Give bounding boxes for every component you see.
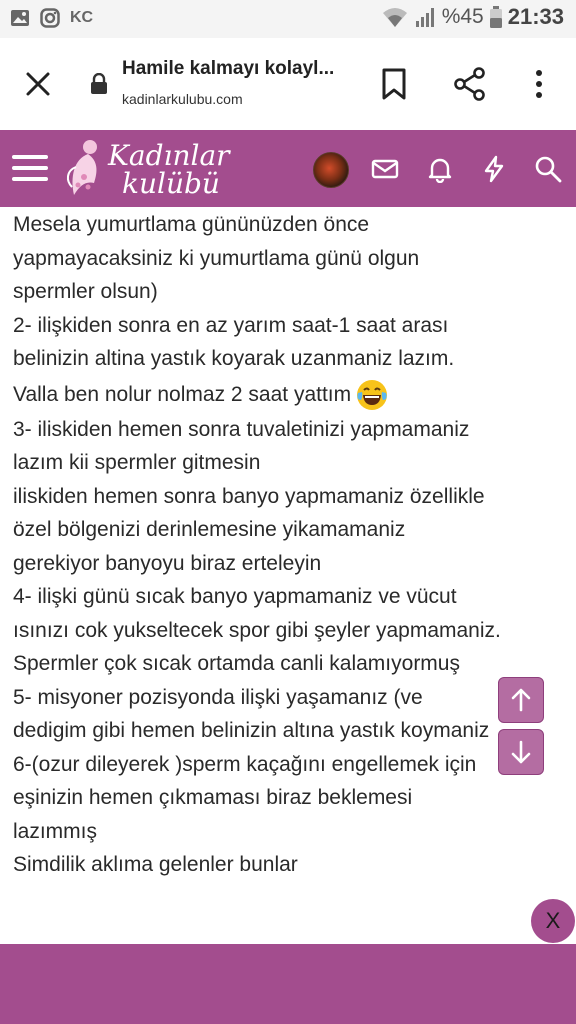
post-body: Mesela yumurtlama gününüzden önce yapmay…	[13, 208, 573, 882]
status-right: %45 21:33	[382, 4, 564, 30]
post-line: 2- ilişkiden sonra en az yarım saat-1 sa…	[13, 313, 449, 337]
logo-figure-icon	[66, 140, 97, 195]
bookmark-icon[interactable]	[380, 66, 408, 102]
logo-line1: Kadınlar	[108, 139, 230, 172]
scroll-up-button[interactable]	[498, 677, 544, 723]
instagram-icon	[40, 8, 60, 28]
post-line-text: Valla ben nolur nolmaz 2 saat yattım	[13, 382, 352, 406]
search-icon[interactable]	[534, 155, 562, 183]
close-ad-button[interactable]: X	[531, 899, 575, 943]
status-bar: KC %45 21:33	[0, 0, 576, 38]
browser-toolbar: Hamile kalmayı kolayl... kadinlarkulubu.…	[0, 38, 576, 131]
laughing-tears-emoji	[357, 379, 388, 410]
bell-icon[interactable]	[426, 155, 454, 183]
post-line: lazımmış	[13, 819, 97, 843]
post-line: Simdilik aklıma gelenler bunlar	[13, 853, 298, 876]
avatar[interactable]	[313, 152, 349, 188]
post-line: 6-(ozur dileyerek )sperm kaçağını engell…	[13, 752, 477, 776]
post-line: 3- iliskiden hemen sonra tuvaletinizi ya…	[13, 417, 470, 441]
status-left: KC	[10, 8, 93, 28]
post-line: lazım kii spermler gitmesin	[13, 451, 261, 474]
bottom-ad-banner[interactable]	[0, 944, 576, 1024]
share-icon[interactable]	[452, 66, 488, 102]
gallery-icon	[11, 10, 29, 26]
site-header: Kadınlar kulübü	[0, 130, 576, 207]
post-line: belinizin altina yastık koyarak uzanmani…	[13, 347, 455, 370]
post-line: Spermler çok sıcak ortamda canli kalamıy…	[13, 652, 460, 675]
wifi-icon	[382, 8, 407, 27]
carrier-label: KC	[70, 9, 94, 26]
lightning-icon[interactable]	[480, 155, 508, 183]
clock: 21:33	[507, 4, 564, 29]
arrow-down-icon	[511, 740, 531, 764]
more-vert-icon[interactable]	[530, 66, 548, 102]
post-line: dedigim gibi hemen belinizin altına yast…	[13, 719, 490, 742]
post-line: 5- misyoner pozisyonda ilişki yaşamanız …	[13, 685, 423, 709]
scroll-down-button[interactable]	[498, 729, 544, 775]
post-line: yapmayacaksiniz ki yumurtlama günü olgun	[13, 246, 420, 270]
page-url[interactable]: kadinlarkulubu.com	[122, 91, 243, 107]
page-title[interactable]: Hamile kalmayı kolayl...	[122, 58, 334, 80]
post-line: gerekiyor banyoyu biraz erteleyin	[13, 551, 322, 575]
signal-icon	[415, 8, 434, 27]
close-icon[interactable]	[20, 66, 56, 102]
post-line: ısınızı cok yukseltecek spor gibi şeyler…	[13, 618, 501, 642]
post-line: 4- ilişki günü sıcak banyo yapmamaniz ve…	[13, 585, 457, 608]
battery-icon	[489, 6, 502, 28]
lock-icon	[91, 73, 107, 94]
site-logo[interactable]: Kadınlar kulübü	[64, 136, 234, 202]
logo-line2: kulübü	[122, 167, 220, 200]
menu-icon[interactable]	[12, 152, 48, 184]
post-line: Mesela yumurtlama gününüzden önce	[13, 213, 370, 236]
mail-icon[interactable]	[371, 155, 399, 183]
post-line: spermler olsun)	[13, 280, 158, 303]
post-line: iliskiden hemen sonra banyo yapmamaniz ö…	[13, 484, 485, 508]
post-line: eşinizin hemen çıkmaması biraz beklemesi	[13, 786, 413, 809]
post-line: özel bölgenizi derinlemesine yikamamaniz	[13, 518, 406, 541]
arrow-up-icon	[511, 688, 531, 712]
battery-percent: %45	[441, 5, 484, 28]
post-line-with-emoji: Valla ben nolur nolmaz 2 saat yattım	[13, 376, 573, 413]
